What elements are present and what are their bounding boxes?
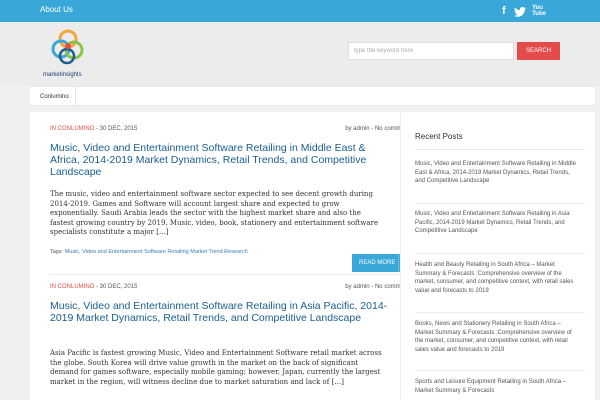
author-prefix: by — [345, 126, 352, 132]
read-more-label: READ MORE — [359, 260, 396, 266]
post-author[interactable]: admin — [353, 126, 369, 132]
recent-post-link[interactable]: Music, Video and Entertainment Software … — [415, 210, 580, 236]
post-date: - 30 DEC, 2015 — [94, 126, 138, 132]
author-prefix: by — [345, 284, 352, 290]
sidebar: Recent Posts Music, Video and Entertainm… — [400, 112, 595, 400]
post-category-prefix: IN — [50, 284, 56, 290]
sidebar-divider — [415, 149, 585, 150]
facebook-icon[interactable]: f — [502, 5, 506, 17]
about-us-link[interactable]: About Us — [40, 5, 73, 14]
post-tags: Tags: Music, Video and Entertainment Sof… — [50, 249, 248, 255]
recent-post-link[interactable]: Sports and Leisure Equipment Retailing i… — [415, 378, 580, 395]
recent-post-divider — [415, 253, 585, 254]
recent-post-divider — [415, 312, 585, 313]
post-excerpt: Asia Pacific is fastest growing Music, V… — [50, 349, 382, 386]
post-meta: IN CONLUMINO - 30 DEC, 2015 — [50, 284, 137, 290]
post-title[interactable]: Music, Video and Entertainment Software … — [50, 142, 390, 178]
post-title[interactable]: Music, Video and Entertainment Software … — [50, 300, 390, 324]
tags-label: Tags: — [50, 249, 64, 255]
recent-post-divider — [415, 203, 585, 204]
post-excerpt: The music, video and entertainment softw… — [50, 190, 379, 236]
post-category[interactable]: CONLUMINO — [58, 284, 95, 290]
recent-post-link[interactable]: Health and Beauty Retailing in South Afr… — [415, 261, 580, 295]
post-date: - 30 DEC, 2015 — [94, 284, 138, 290]
post-meta: IN CONLUMINO - 30 DEC, 2015 — [50, 126, 137, 132]
recent-posts-title: Recent Posts — [415, 132, 463, 141]
tag-link[interactable]: Video and Entertainment Software Retaili… — [82, 249, 248, 255]
recent-post-link[interactable]: Books, News and Stationery Retailing in … — [415, 320, 580, 354]
post-card: IN CONLUMINO - 30 DEC, 2015 by admin - N… — [50, 126, 412, 276]
youtube-icon[interactable]: You Tube — [532, 5, 546, 17]
post-card: IN CONLUMINO - 30 DEC, 2015 by admin - N… — [50, 284, 412, 400]
search-button[interactable]: SEARCH — [517, 42, 560, 60]
post-author[interactable]: admin — [353, 284, 369, 290]
nav-item-conlumino[interactable]: Conlumino — [34, 87, 76, 106]
post-category[interactable]: CONLUMINO — [58, 126, 95, 132]
main-nav: Conlumino — [30, 86, 595, 106]
top-bar: About Us f You Tube — [0, 0, 600, 22]
search-input[interactable] — [348, 42, 514, 60]
twitter-icon[interactable] — [514, 7, 526, 17]
post-divider — [50, 274, 412, 275]
post-category-prefix: IN — [50, 126, 56, 132]
main-content: IN CONLUMINO - 30 DEC, 2015 by admin - N… — [30, 112, 412, 400]
recent-post-link[interactable]: Music, Video and Entertainment Software … — [415, 160, 580, 186]
recent-post-divider — [415, 370, 585, 371]
tag-link[interactable]: Music — [65, 249, 79, 255]
logo-text: marketinsights — [43, 72, 82, 78]
